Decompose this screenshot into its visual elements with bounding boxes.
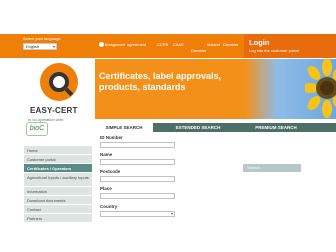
sunflower-image bbox=[305, 59, 336, 118]
place-field[interactable] bbox=[100, 193, 175, 199]
sidebar-item-agricultural-inputs[interactable]: Agricultural Inputs / auxiliary inputs bbox=[24, 173, 92, 187]
sidebar-item-partners[interactable]: Partners bbox=[24, 214, 92, 223]
sidebar-item-download[interactable]: Download documents bbox=[24, 196, 92, 205]
sidebar-nav: Home Customer portal Certificates / Oper… bbox=[24, 146, 92, 223]
id-number-label: ID Number bbox=[100, 135, 123, 140]
login-panel[interactable]: Login Log into the customer portal bbox=[244, 34, 336, 58]
country-label: Country bbox=[100, 204, 118, 209]
tab-simple-search[interactable]: SIMPLE SEARCH bbox=[95, 123, 153, 132]
partner-logo[interactable]: Demeter bbox=[191, 48, 206, 53]
partner-logo[interactable]: bioland bbox=[207, 42, 220, 47]
bioc-logo[interactable]: bioC bbox=[26, 122, 48, 136]
search-tabs: SIMPLE SEARCH EXTENDED SEARCH PREMIUM SE… bbox=[95, 123, 336, 132]
hero-banner: Certificates, label approvals, products,… bbox=[95, 59, 336, 119]
postcode-label: Postcode bbox=[100, 169, 121, 174]
logo-text[interactable]: EASY-CERT bbox=[30, 106, 78, 115]
place-label: Place bbox=[100, 186, 112, 191]
postcode-field[interactable] bbox=[100, 176, 175, 182]
magnifier-handle bbox=[64, 87, 74, 97]
hero-headline: Certificates, label approvals, products,… bbox=[99, 71, 222, 92]
language-value: English bbox=[26, 44, 40, 49]
name-label: Name bbox=[100, 152, 113, 157]
sidebar-item-contact[interactable]: Contact bbox=[24, 205, 92, 214]
sidebar-item-information[interactable]: Information bbox=[24, 187, 92, 196]
tab-premium-search[interactable]: PREMIUM SEARCH bbox=[245, 123, 307, 132]
login-title[interactable]: Login bbox=[249, 38, 269, 47]
tab-extended-search[interactable]: EXTENDED SEARCH bbox=[169, 123, 227, 132]
search-form: ID Number Name Postcode Place Country ▾ … bbox=[95, 132, 336, 252]
language-selector: Select your language English ▾ bbox=[23, 36, 93, 50]
name-field[interactable] bbox=[100, 159, 175, 165]
easy-cert-logo-icon[interactable] bbox=[40, 63, 78, 101]
partner-icon bbox=[99, 42, 104, 48]
language-dropdown[interactable]: English ▾ bbox=[23, 43, 57, 50]
partner-logo[interactable]: CCPB bbox=[157, 42, 168, 47]
chevron-down-icon: ▾ bbox=[170, 211, 173, 216]
sidebar-item-certificates[interactable]: Certificates / Operators bbox=[24, 164, 92, 173]
id-number-field[interactable] bbox=[100, 142, 175, 148]
partner-logos: bioagrocert agreement CCPB CAAE Demeter … bbox=[97, 38, 239, 54]
chevron-down-icon: ▾ bbox=[52, 44, 55, 49]
partner-logo[interactable]: bioagrocert bbox=[99, 42, 125, 48]
search-button[interactable]: Search bbox=[243, 164, 301, 172]
partner-logo[interactable]: agreement bbox=[127, 42, 146, 47]
sidebar-item-home[interactable]: Home bbox=[24, 146, 92, 155]
login-subtitle[interactable]: Log into the customer portal bbox=[249, 48, 299, 53]
sidebar-item-customer-portal[interactable]: Customer portal bbox=[24, 155, 92, 164]
language-label: Select your language bbox=[23, 36, 61, 41]
partner-logo[interactable]: Demeter bbox=[223, 42, 238, 47]
country-select[interactable]: ▾ bbox=[100, 211, 175, 217]
partner-logo[interactable]: CAAE bbox=[173, 42, 184, 47]
